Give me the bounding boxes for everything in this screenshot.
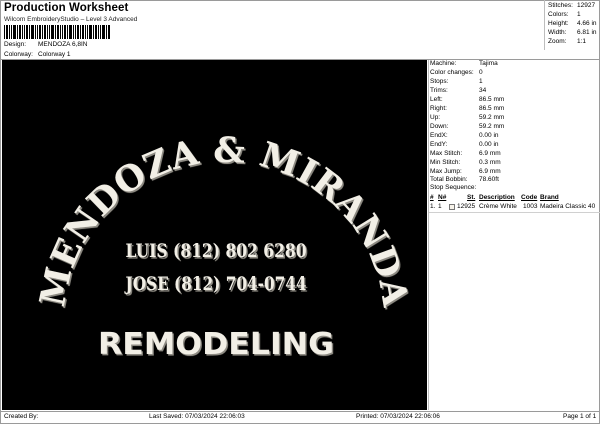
colorway-label: Colorway:	[4, 51, 33, 58]
row-hash: 1.	[430, 203, 436, 210]
design-value: MENDOZA 6,8IN	[38, 41, 88, 48]
summary-panel: Stitches: 12927 Colors: 1 Height: 4.66 in W…	[544, 0, 600, 50]
info-row: Right: 86.5 mm	[430, 105, 505, 112]
row-description: Crème White	[479, 203, 517, 210]
col-hash: #	[430, 194, 434, 201]
summary-row: Stitches: 12927	[548, 2, 596, 9]
info-row: EndY: 0.00 in	[430, 141, 499, 148]
col-description: Description	[479, 194, 515, 201]
summary-row: Height: 4.66 in	[548, 20, 597, 27]
info-row: Trims: 34	[430, 87, 487, 94]
row-brand: Madeira Classic 40	[540, 203, 596, 210]
info-row: Total Bobbin: 78.60ft	[430, 176, 499, 183]
stop-sequence-divider	[429, 212, 600, 213]
thread-color-swatch	[449, 204, 455, 210]
embroidery-artwork: MENDOZA & MIRANDA LUIS (812) 802 6280 JO…	[32, 130, 415, 362]
phone-line-2: JOSE (812) 704-0744	[124, 273, 307, 295]
business-line: REMODELING	[98, 327, 334, 362]
info-row: Stops: 1	[430, 78, 483, 85]
colorway-row: Colorway: Colorway 1	[4, 51, 71, 58]
summary-row: Colors: 1	[548, 11, 581, 18]
info-row: EndX: 0.00 in	[430, 132, 499, 139]
info-row: Up: 59.2 mm	[430, 114, 505, 121]
stop-sequence-row: 1. 1 12925 Crème White 1003 Madeira Clas…	[429, 203, 600, 212]
col-n: N#	[438, 194, 447, 201]
phone-line-1: LUIS (812) 802 6280	[126, 240, 307, 262]
info-row: Machine: Tajima	[430, 60, 498, 67]
info-row: Left: 86.5 mm	[430, 96, 505, 103]
colorway-value: Colorway 1	[38, 51, 71, 58]
software-name: Wilcom EmbroideryStudio – Level 3 Advanc…	[4, 16, 138, 23]
col-code: Code	[521, 194, 538, 201]
row-st: 12925	[457, 203, 476, 210]
design-preview: MENDOZA & MIRANDA LUIS (812) 802 6280 JO…	[2, 60, 427, 410]
summary-row: Width: 6.81 in	[548, 29, 597, 36]
info-row: Down: 59.2 mm	[430, 123, 505, 130]
last-saved: Last Saved: 07/03/2024 22:06:03	[149, 413, 245, 420]
col-st: St.	[467, 194, 476, 201]
worksheet-title: Production Worksheet	[4, 2, 129, 14]
machine-info-panel: Machine: Tajima Color changes: 0 Stops: 1 T…	[428, 60, 600, 410]
barcode-image	[4, 25, 110, 39]
row-n: 1	[438, 203, 442, 210]
footer-divider	[0, 411, 600, 412]
created-by: Created By:	[4, 413, 39, 420]
info-row: Max Jump: 6.9 mm	[430, 168, 501, 175]
row-code: 1003	[523, 203, 538, 210]
stop-sequence-header: # N# St. Description Code Brand	[429, 194, 600, 203]
summary-row: Zoom: 1:1	[548, 38, 587, 45]
info-row: Color changes: 0	[430, 69, 483, 76]
design-row: Design: MENDOZA 6,8IN	[4, 41, 87, 48]
printed-date: Printed: 07/03/2024 22:06:06	[356, 413, 440, 420]
info-row: Max Stitch: 6.9 mm	[430, 150, 501, 157]
page-number: Page 1 of 1	[563, 413, 597, 420]
info-row: Min Stitch: 0.3 mm	[430, 159, 501, 166]
col-brand: Brand	[540, 194, 559, 201]
design-label: Design:	[4, 41, 27, 48]
stop-sequence-title: Stop Sequence:	[430, 184, 477, 191]
